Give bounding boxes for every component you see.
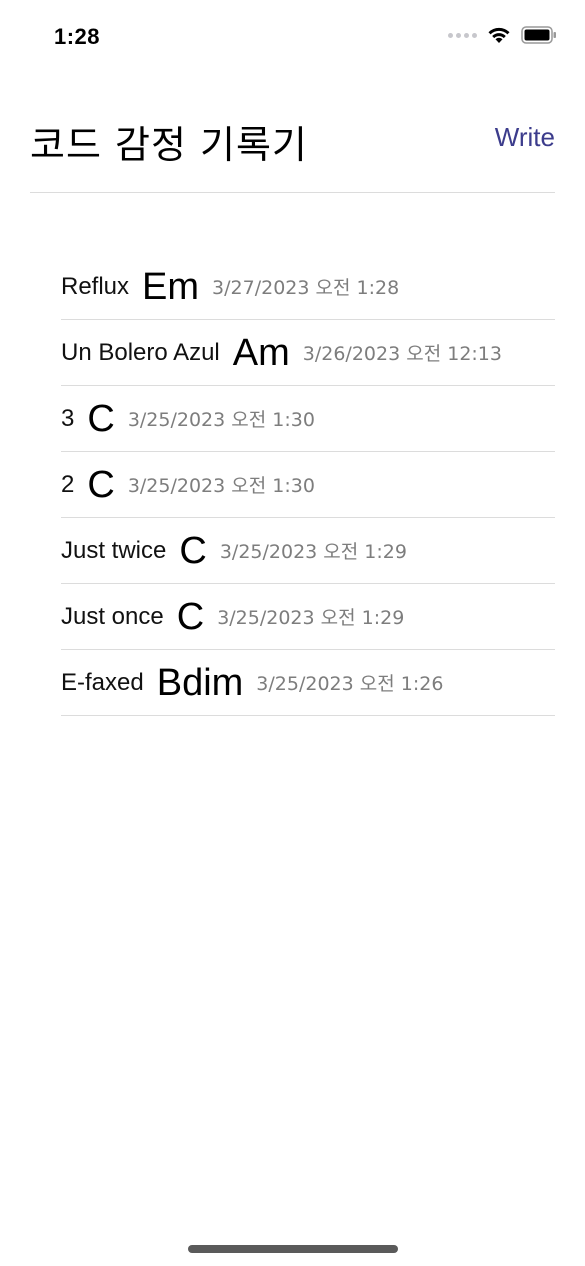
record-title: E-faxed: [61, 668, 144, 696]
write-button[interactable]: Write: [495, 122, 555, 153]
record-title: Reflux: [61, 272, 130, 300]
record-chord: Em: [142, 265, 200, 308]
status-bar: 1:28: [0, 0, 585, 72]
record-title: Un Bolero Azul: [61, 338, 220, 366]
cellular-signal-icon: [448, 32, 477, 38]
record-chord: C: [87, 463, 115, 506]
record-date: 3/26/2023 오전 12:13: [302, 343, 502, 365]
status-time: 1:28: [54, 24, 101, 49]
record-row[interactable]: Just twice C 3/25/2023 오전 1:29: [61, 518, 555, 584]
record-chord: Bdim: [156, 661, 244, 704]
record-chord: Am: [232, 331, 290, 374]
battery-icon: [521, 26, 557, 44]
header-divider: [30, 192, 555, 193]
record-row[interactable]: 3 C 3/25/2023 오전 1:30: [61, 386, 555, 452]
record-date: 3/25/2023 오전 1:26: [256, 673, 444, 695]
page-title: 코드 감정 기록기: [30, 123, 308, 167]
record-title: Just once: [61, 602, 164, 630]
record-row[interactable]: Un Bolero Azul Am 3/26/2023 오전 12:13: [61, 320, 555, 386]
record-date: 3/25/2023 오전 1:29: [217, 607, 405, 629]
navigation-header: 코드 감정 기록기 Write: [30, 108, 555, 168]
record-date: 3/25/2023 오전 1:29: [219, 541, 407, 563]
status-icons: [448, 26, 557, 44]
record-chord: C: [87, 397, 115, 440]
record-row[interactable]: E-faxed Bdim 3/25/2023 오전 1:26: [61, 650, 555, 716]
record-date: 3/25/2023 오전 1:30: [127, 409, 315, 431]
record-row[interactable]: Reflux Em 3/27/2023 오전 1:28: [61, 254, 555, 320]
record-list: Reflux Em 3/27/2023 오전 1:28 Un Bolero Az…: [61, 254, 555, 716]
wifi-icon: [487, 26, 511, 44]
record-date: 3/27/2023 오전 1:28: [212, 277, 400, 299]
home-indicator[interactable]: [188, 1245, 398, 1253]
record-chord: C: [179, 529, 207, 572]
record-title: 2: [61, 470, 75, 498]
record-title: 3: [61, 404, 75, 432]
record-row[interactable]: 2 C 3/25/2023 오전 1:30: [61, 452, 555, 518]
record-chord: C: [176, 595, 205, 638]
record-date: 3/25/2023 오전 1:30: [127, 475, 315, 497]
record-row[interactable]: Just once C 3/25/2023 오전 1:29: [61, 584, 555, 650]
record-title: Just twice: [61, 536, 167, 564]
